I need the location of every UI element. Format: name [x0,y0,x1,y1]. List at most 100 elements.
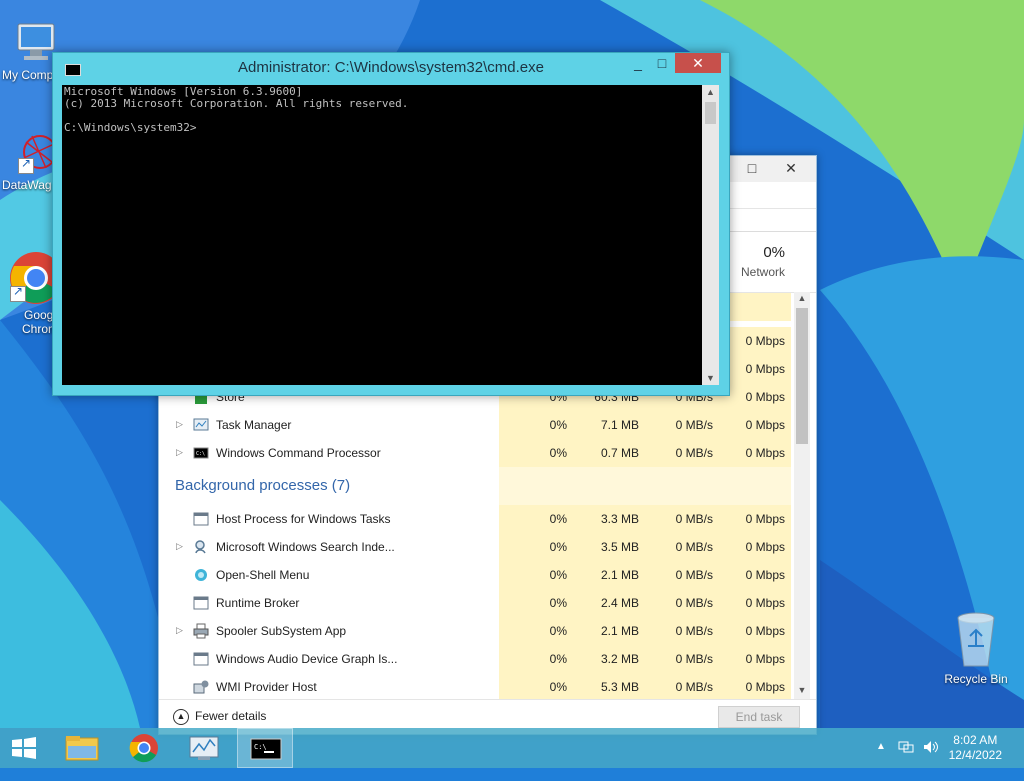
taskbar-chrome[interactable] [116,728,172,768]
taskbar-command-prompt[interactable]: C:\ [237,728,293,768]
table-row[interactable]: ▷ Microsoft Windows Search Inde... 0% 3.… [159,533,791,561]
console-scrollbar[interactable]: ▲ ▼ [702,85,719,385]
clock-time: 8:02 AM [953,733,998,747]
network-icon[interactable] [898,739,914,779]
net-cell: 0 Mbps [745,680,785,694]
cpu-cell: 0% [549,446,567,460]
process-name: Runtime Broker [216,596,300,610]
console-output[interactable]: Microsoft Windows [Version 6.3.9600] (c) … [62,85,702,385]
memory-cell: 3.3 MB [600,512,639,526]
table-row[interactable]: Host Process for Windows Tasks 0% 3.3 MB… [159,505,791,533]
net-cell: 0 Mbps [745,652,785,666]
disk-cell: 0 MB/s [675,568,713,582]
disk-cell: 0 MB/s [675,446,713,460]
net-cell: 0 Mbps [745,446,785,460]
scroll-up-icon[interactable]: ▲ [794,293,810,307]
net-cell: 0 Mbps [745,418,785,432]
table-row[interactable]: ▷ C:\ Windows Command Processor 0% 0.7 M… [159,439,791,467]
window-icon [193,511,209,527]
net-cell: 0 Mbps [745,512,785,526]
cpu-cell: 0% [549,596,567,610]
fewer-details-label: Fewer details [195,709,267,724]
close-button[interactable]: ✕ [773,156,809,180]
net-cell: 0 Mbps [745,596,785,610]
scroll-down-icon[interactable]: ▼ [794,685,810,699]
expand-chevron-icon[interactable]: ▷ [176,419,183,430]
window-icon [193,595,209,611]
command-prompt-icon: C:\ [193,445,209,461]
expand-chevron-icon[interactable]: ▷ [176,625,183,636]
console-prompt: C:\Windows\system32> [64,121,197,134]
wmi-icon [193,679,209,695]
process-name: Spooler SubSystem App [216,624,347,638]
clock-date: 12/4/2022 [948,748,1002,762]
scroll-up-icon[interactable]: ▲ [702,87,719,97]
table-row[interactable]: Open-Shell Menu 0% 2.1 MB 0 MB/s 0 Mbps [159,561,791,589]
disk-cell: 0 MB/s [675,540,713,554]
command-prompt-window: Administrator: C:\Windows\system32\cmd.e… [52,52,730,396]
scrollbar-thumb[interactable] [705,102,716,124]
disk-cell: 0 MB/s [675,418,713,432]
minimize-button[interactable]: _ [627,53,649,73]
scroll-down-icon[interactable]: ▼ [702,373,719,383]
table-row[interactable]: Windows Audio Device Graph Is... 0% 3.2 … [159,645,791,673]
table-row[interactable]: WMI Provider Host 0% 5.3 MB 0 MB/s 0 Mbp… [159,673,791,699]
recycle-bin-icon [952,610,1000,670]
cpu-cell: 0% [549,652,567,666]
process-name: Microsoft Windows Search Inde... [216,540,395,554]
net-cell: 0 Mbps [745,568,785,582]
end-task-button[interactable]: End task [718,706,800,728]
process-name: Host Process for Windows Tasks [216,512,391,526]
expand-chevron-icon[interactable]: ▷ [176,447,183,458]
scrollbar-thumb[interactable] [796,308,808,444]
memory-cell: 2.1 MB [600,624,639,638]
memory-cell: 7.1 MB [600,418,639,432]
memory-cell: 5.3 MB [600,680,639,694]
memory-cell: 3.2 MB [600,652,639,666]
start-button[interactable] [0,728,48,768]
table-row[interactable]: Runtime Broker 0% 2.4 MB 0 MB/s 0 Mbps [159,589,791,617]
desktop-icon-recycle-bin[interactable]: Recycle Bin [936,610,1016,686]
process-name: Task Manager [216,418,292,432]
svg-text:C:\: C:\ [254,743,267,751]
task-manager-icon [189,736,219,760]
taskbar-task-manager[interactable] [176,728,232,768]
background-processes-title: Background processes (7) [175,477,351,494]
maximize-button[interactable]: □ [651,53,673,73]
task-manager-icon [193,417,209,433]
search-icon [193,539,209,555]
windows-logo-icon [12,737,36,759]
show-hidden-icons-icon[interactable]: ▲ [876,741,886,781]
process-name: Windows Command Processor [216,446,381,460]
cpu-cell: 0% [549,624,567,638]
memory-cell: 2.4 MB [600,596,639,610]
taskbar-clock[interactable]: 8:02 AM 12/4/2022 [949,733,1002,763]
disk-cell: 0 MB/s [675,680,713,694]
shortcut-arrow-icon [10,284,26,302]
printer-icon [193,623,209,639]
net-cell: 0 Mbps [745,540,785,554]
close-button[interactable]: ✕ [675,53,721,73]
disk-cell: 0 MB/s [675,512,713,526]
folder-icon [65,736,99,761]
expand-chevron-icon[interactable]: ▷ [176,541,183,552]
console-line: (c) 2013 Microsoft Corporation. All righ… [64,97,409,110]
command-prompt-icon: C:\ [250,738,282,760]
memory-cell: 0.7 MB [600,446,639,460]
table-row[interactable]: ▷ Task Manager 0% 7.1 MB 0 MB/s 0 Mbps [159,411,791,439]
net-cell: 0 Mbps [745,624,785,638]
volume-icon[interactable] [922,739,940,779]
maximize-button[interactable]: □ [737,156,767,180]
cpu-cell: 0% [549,540,567,554]
fewer-details-button[interactable]: ▲ Fewer details [173,709,266,725]
table-row[interactable]: ▷ Spooler SubSystem App 0% 2.1 MB 0 MB/s… [159,617,791,645]
taskbar-file-explorer[interactable] [54,728,110,768]
shell-icon [193,567,209,583]
process-list-scrollbar[interactable]: ▲ ▼ [794,292,810,700]
cpu-cell: 0% [549,418,567,432]
process-name: WMI Provider Host [216,680,317,694]
group-header-row[interactable]: Background processes (7) [159,467,791,505]
taskbar: C:\ ▲ 8:02 AM 12/4/2022 [0,728,1024,768]
chevron-up-icon: ▲ [173,709,189,725]
svg-text:C:\: C:\ [196,451,205,457]
